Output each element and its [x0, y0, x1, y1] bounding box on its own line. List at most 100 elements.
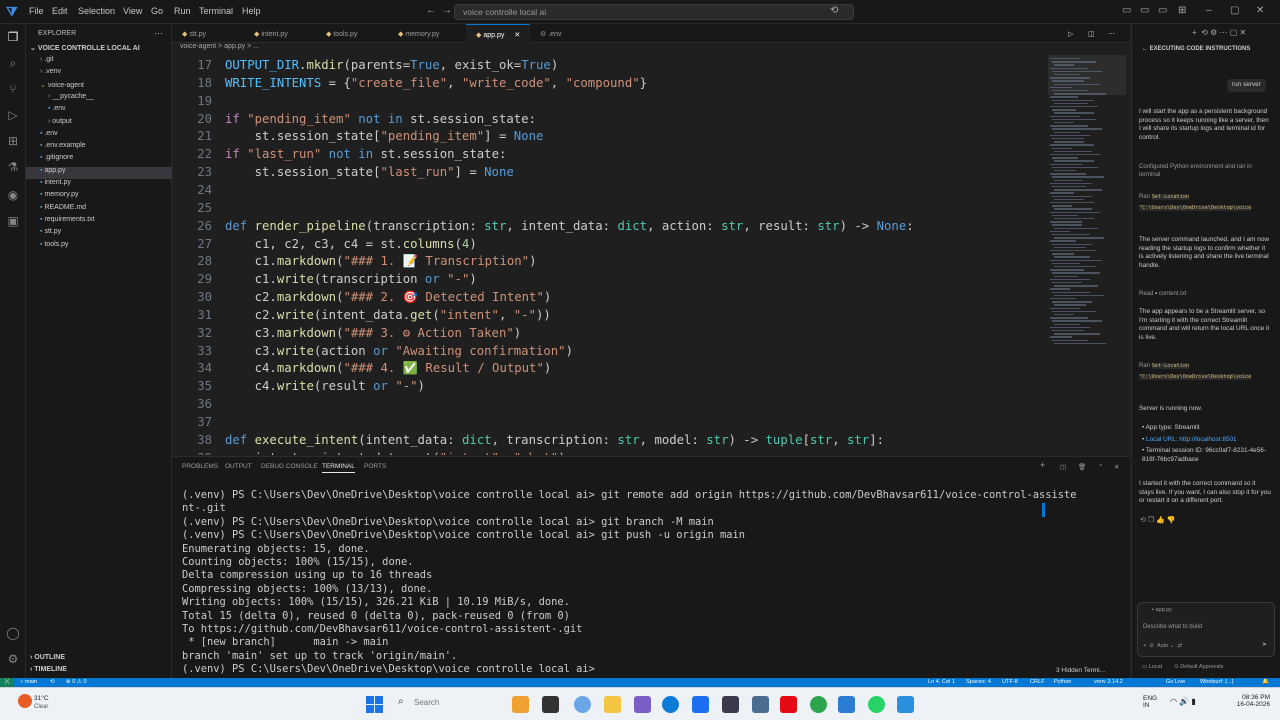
more-actions-icon[interactable]: ⋯ — [154, 28, 163, 39]
chat-maximize-icon[interactable]: ▢ — [1230, 28, 1238, 37]
panel-tab-output[interactable]: OUTPUT — [225, 463, 252, 470]
code-line[interactable]: 20 if "pending_item" not in st.session_st… — [172, 110, 1048, 128]
line-ending[interactable]: CRLF — [1030, 678, 1045, 687]
more-editor-actions-icon[interactable]: ⋯ — [1098, 24, 1115, 43]
forward-arrow-icon[interactable]: → — [442, 5, 452, 16]
account-icon[interactable]: ◯ — [5, 626, 21, 642]
tree-item[interactable]: ▪ .env — [26, 130, 172, 142]
notifications-icon[interactable]: 🔔 — [1262, 678, 1269, 687]
run-python-icon[interactable]: ▷ — [1058, 24, 1073, 43]
tree-item[interactable]: ▪ README.md — [26, 204, 172, 216]
chat-back-icon[interactable]: ← — [1142, 46, 1150, 52]
language-mode[interactable]: Python — [1054, 678, 1071, 687]
close-panel-icon[interactable]: ✕ — [1114, 463, 1119, 471]
tray-icons[interactable]: ◠ 🔊 ▮ — [1170, 697, 1196, 706]
layout-icon[interactable]: ⊞ — [1178, 5, 1186, 16]
menu-selection[interactable]: Selection — [78, 6, 115, 16]
new-terminal-icon[interactable]: + — [1040, 460, 1045, 470]
code-line[interactable]: 39 intent = intent_data.get("intent", "c… — [172, 449, 1048, 455]
panel-tab-debug-console[interactable]: DEBUG CONSOLE — [261, 463, 318, 470]
tree-item[interactable]: › output — [26, 118, 172, 130]
source-control-icon[interactable]: ⑂ — [5, 82, 21, 98]
kill-terminal-icon[interactable]: 🗑 — [1078, 463, 1086, 471]
chat-more-icon[interactable]: ⋯ — [1219, 28, 1227, 37]
terminal-app-icon[interactable] — [542, 696, 559, 713]
code-line[interactable]: 17 OUTPUT_DIR.mkdir(parents=True, exist_o… — [172, 56, 1048, 74]
weather-temp[interactable]: 31°C — [34, 695, 49, 702]
hidden-terminals[interactable]: 3 Hidden Termi... — [1056, 667, 1105, 674]
tree-item[interactable]: ▪ memory.py — [26, 191, 172, 203]
tab-app[interactable]: ◆ app.py ✕ — [466, 24, 530, 43]
approvals-picker[interactable]: Default Approvals — [1180, 664, 1223, 670]
code-line[interactable]: 24 — [172, 181, 1048, 199]
chat-settings-icon[interactable]: ⚙ — [1210, 28, 1217, 37]
terminal-scrollbar[interactable] — [1042, 503, 1045, 517]
toggle-secondary-sidebar-icon[interactable]: ▭ — [1158, 5, 1167, 16]
menu-help[interactable]: Help — [242, 6, 261, 16]
sync-icon[interactable]: ⟲ — [50, 678, 55, 687]
indentation[interactable]: Spaces: 4 — [966, 678, 991, 687]
tree-item[interactable]: ▪ .env.example — [26, 142, 172, 154]
chat-history-icon[interactable]: ⟲ — [1201, 28, 1208, 37]
bullet-local-url[interactable]: • Local URL: http://localhost:8501 — [1142, 436, 1272, 445]
menu-file[interactable]: File — [29, 6, 44, 16]
tree-item[interactable]: ▪ tools.py — [26, 241, 172, 253]
code-line[interactable]: 21 st.session_state["pending_item"] = No… — [172, 127, 1048, 145]
input-language[interactable]: ENG IN — [1143, 695, 1157, 709]
workspace-root[interactable]: ⌄ VOICE CONTROLLE LOCAL AI — [30, 44, 140, 56]
app-calendar-icon[interactable] — [838, 696, 855, 713]
tree-item[interactable]: ▪ app.py — [26, 166, 172, 179]
new-chat-icon[interactable]: + — [1192, 28, 1199, 37]
edge-icon[interactable] — [662, 696, 679, 713]
chat-close-icon[interactable]: ✕ — [1240, 28, 1247, 37]
minimap[interactable] — [1048, 55, 1126, 455]
code-line[interactable]: 25 — [172, 199, 1048, 217]
copilot-icon[interactable]: ⟲ — [830, 5, 838, 16]
netflix-icon[interactable] — [780, 696, 797, 713]
whatsapp-icon[interactable] — [868, 696, 885, 713]
close-tab-icon[interactable]: ✕ — [514, 32, 520, 39]
tree-item[interactable]: › .git — [26, 56, 172, 68]
branch-indicator[interactable]: ⑂ main — [20, 678, 37, 687]
panel-tab-terminal[interactable]: TERMINAL — [322, 463, 355, 473]
menu-terminal[interactable]: Terminal — [199, 6, 233, 16]
search-icon[interactable]: ⌕ — [5, 56, 21, 72]
word-icon[interactable] — [692, 696, 709, 713]
ran-step-1[interactable]: Ran Set-Location — [1139, 194, 1190, 200]
windsurf-status[interactable]: Windsurf: {...} — [1200, 678, 1234, 687]
vscode-taskbar-icon[interactable] — [897, 696, 914, 713]
code-line[interactable]: 28 c1.markdown("### 1. 📝 Transcription") — [172, 252, 1048, 270]
local-picker[interactable]: Local — [1149, 664, 1162, 670]
copy-icon[interactable]: ❐ — [1148, 517, 1154, 524]
toggle-panel-icon[interactable]: ▭ — [1140, 5, 1149, 16]
command-center-search[interactable]: voice controlle local ai — [454, 4, 854, 20]
code-line[interactable]: 22 if "last_run" not in st.session_state: — [172, 145, 1048, 163]
toggle-sidebar-icon[interactable]: ▭ — [1122, 5, 1131, 16]
extensions-icon[interactable]: ⊞ — [5, 134, 21, 150]
maximize-panel-icon[interactable]: ⌃ — [1098, 463, 1103, 471]
problems-indicator[interactable]: ⊗ 0 ⚠ 0 — [66, 678, 87, 687]
panel-tab-ports[interactable]: PORTS — [364, 463, 386, 470]
mode-picker[interactable]: Auto — [1157, 643, 1168, 649]
code-line[interactable]: 38 def execute_intent(intent_data: dict, … — [172, 431, 1048, 449]
read-step[interactable]: Read ▪ content.txt — [1139, 291, 1187, 297]
code-line[interactable]: 36 — [172, 395, 1048, 413]
file-explorer-icon[interactable] — [604, 696, 621, 713]
start-button-icon[interactable] — [366, 696, 383, 713]
tree-item[interactable]: › __pycache__ — [26, 93, 172, 105]
interpreter[interactable]: venv 3.14.2 — [1094, 678, 1123, 687]
maximize-icon[interactable]: ▢ — [1230, 5, 1239, 16]
tree-item[interactable]: ▪ intent.py — [26, 179, 172, 191]
config-icon[interactable]: ⇄ — [1177, 643, 1182, 649]
terminal-output[interactable]: (.venv) PS C:\Users\Dev\OneDrive\Desktop… — [172, 489, 1077, 679]
remote-icon[interactable]: ◉ — [5, 188, 21, 204]
panel-tab-problems[interactable]: PROBLEMS — [182, 463, 218, 470]
thumbs-down-icon[interactable]: 👎 — [1167, 517, 1176, 524]
remote-indicator-icon[interactable]: ⟩⟨ — [0, 678, 14, 687]
tab-env[interactable]: ⚙ .env — [530, 24, 582, 43]
taskbar-search[interactable]: Search — [414, 698, 439, 707]
code-line[interactable]: 37 — [172, 413, 1048, 431]
send-icon[interactable]: ➤ — [1262, 641, 1267, 648]
minimize-icon[interactable]: – — [1206, 5, 1212, 16]
local-url-link[interactable]: Local URL: http://localhost:8501 — [1146, 436, 1237, 443]
